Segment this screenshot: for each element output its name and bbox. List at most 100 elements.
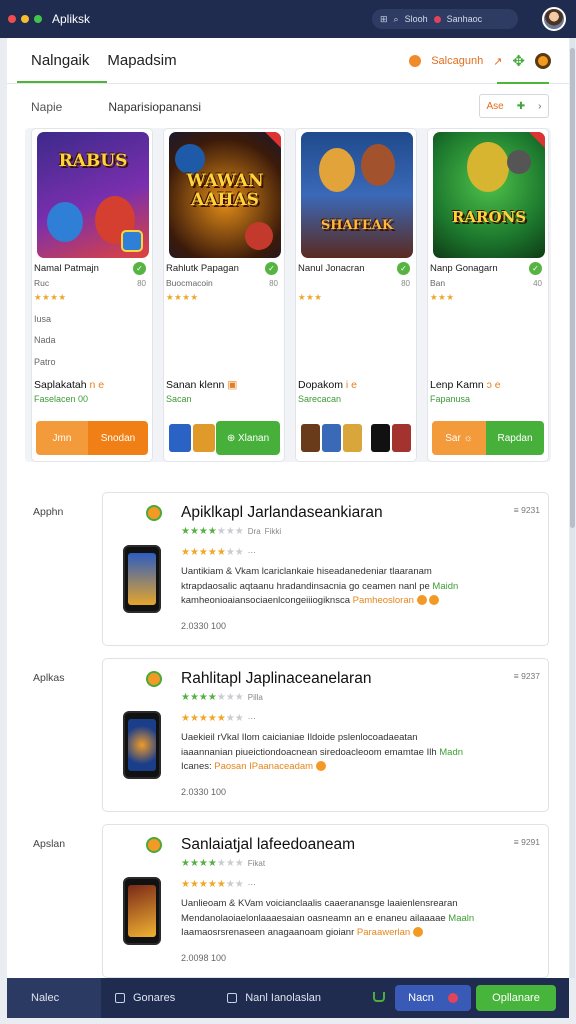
badge-icon[interactable] xyxy=(535,53,551,69)
bottom-bar: Nalec Gonares Nanl Ianolaslan Nacn Oplla… xyxy=(7,978,569,1018)
list-item-title[interactable]: Apiklkapl Jarlandaseankiaran xyxy=(181,504,383,522)
tab-bar: Nalngaik Mapadsim Salcagunh ↗ ✥ xyxy=(7,38,569,84)
card-primary-button[interactable]: Rapdan xyxy=(486,421,544,455)
search-text: Slooh xyxy=(404,14,428,24)
scrollbar-thumb[interactable] xyxy=(570,48,575,528)
list-item[interactable]: Apiklkapl Jarlandaseankiaran ≡ 9231 ★★★★… xyxy=(102,492,549,646)
filter-title: Naparisiopanansi xyxy=(108,100,202,114)
artwork-title: RABUS xyxy=(58,151,128,171)
record-icon xyxy=(433,15,441,23)
list-item-date: 2.0330 100 xyxy=(181,787,227,797)
row-label: Aplkas xyxy=(33,672,65,684)
phone-icon xyxy=(123,545,161,613)
card-actions: Sar ☼ Rapdan xyxy=(432,421,544,455)
user-avatar[interactable] xyxy=(542,7,566,31)
tab-first[interactable]: Nalngaik xyxy=(16,39,108,83)
card-developer: Buocmacoin xyxy=(166,278,213,288)
scrollbar[interactable] xyxy=(570,38,575,978)
list-item-date: 2.0098 100 xyxy=(181,953,227,963)
card-subtitle: Sacan xyxy=(166,394,192,404)
verified-icon: ✓ xyxy=(133,262,146,275)
featured-card[interactable]: RABUS Namal Patmajn ✓ Ruc 80 ★★★★ Iusa N… xyxy=(31,128,153,462)
list-item-meta: ≡ 9291 xyxy=(513,837,540,847)
verified-icon: ✓ xyxy=(397,262,410,275)
record-text: Sanhaoc xyxy=(446,14,483,24)
card-actions: ⊕ Xlanan xyxy=(168,421,280,455)
list-item[interactable]: Sanlaiatjal lafeedoaneam ≡ 9291 ★★★★★★★ F… xyxy=(102,824,549,978)
filter-left-label: Napie xyxy=(31,100,63,114)
filter-bar: Napie Naparisiopanansi Ase ✚ › xyxy=(7,84,569,130)
chevron-down-icon: › xyxy=(538,100,542,112)
record-icon xyxy=(447,993,458,1003)
row-label: Apslan xyxy=(33,838,66,850)
card-stars: ★★★★ xyxy=(34,292,67,302)
card-primary-button[interactable]: ⊕ Xlanan xyxy=(216,421,280,455)
card-title: Lenp Kamn ɔ e xyxy=(430,379,501,391)
featured-card[interactable]: WAWAN AAHAS Rahlutk Papagan ✓ Buocmacoin… xyxy=(163,128,285,462)
recycle-icon[interactable]: ✥ xyxy=(512,52,525,70)
window-title-bar: Apliksk ⊞ ⌕ Slooh Sanhaoc xyxy=(0,0,576,38)
artwork-title: WAWAN AAHAS xyxy=(186,171,264,210)
bottom-first-item[interactable]: Nalec xyxy=(7,978,101,1018)
game-artwork[interactable]: SHAFEAK xyxy=(301,132,413,258)
verified-icon: ✓ xyxy=(529,262,542,275)
card-count: 80 xyxy=(401,279,410,288)
list-item-title[interactable]: Sanlaiatjal lafeedoaneam xyxy=(181,836,355,854)
featured-grid: RABUS Namal Patmajn ✓ Ruc 80 ★★★★ Iusa N… xyxy=(25,128,551,462)
verified-icon: ✓ xyxy=(265,262,278,275)
game-artwork[interactable]: RABUS xyxy=(37,132,149,258)
card-actions: Jmn Snodan xyxy=(36,421,148,455)
card-name: Rahlutk Papagan xyxy=(166,263,239,274)
rating-green: ★★★★★★★ Pilla xyxy=(181,692,263,703)
card-stars: ★★★★ xyxy=(166,292,199,302)
bottom-item-2[interactable]: Nanl Ianolaslan xyxy=(213,978,335,1018)
card-meta-line: Patro xyxy=(34,357,56,367)
list-item-meta: ≡ 9237 xyxy=(513,671,540,681)
maximize-button[interactable] xyxy=(34,15,42,23)
card-primary-button[interactable]: Snodan xyxy=(88,421,148,455)
tab-action-label[interactable]: Salcagunh xyxy=(431,55,483,67)
bottom-blue-button[interactable]: Nacn xyxy=(395,985,471,1011)
search-pill[interactable]: ⊞ ⌕ Slooh Sanhaoc xyxy=(372,9,518,29)
row-label: Apphn xyxy=(33,506,64,518)
list-item-date: 2.0330 100 xyxy=(181,621,227,631)
card-subtitle: Fapanusa xyxy=(430,394,471,404)
window-controls xyxy=(8,15,42,23)
card-stars: ★★★ xyxy=(430,292,455,302)
card-title: Dopakom i e xyxy=(298,379,357,391)
close-button[interactable] xyxy=(8,15,16,23)
app-badge-icon xyxy=(146,671,162,687)
game-artwork[interactable]: WAWAN AAHAS xyxy=(169,132,281,258)
app-badge-icon xyxy=(146,837,162,853)
phone-icon xyxy=(123,711,161,779)
tab-second[interactable]: Mapadsim xyxy=(107,39,176,82)
list-item-description: Uanlieoam & KVam voicianclaalis caaerana… xyxy=(181,898,475,938)
card-actions xyxy=(300,421,412,455)
card-secondary-button[interactable]: Sar ☼ xyxy=(432,421,486,455)
list-item-title[interactable]: Rahlitapl Japlinaceanelaran xyxy=(181,670,371,688)
artwork-title: RARONS xyxy=(451,208,527,226)
card-secondary-button[interactable]: Jmn xyxy=(36,421,88,455)
card-count: 80 xyxy=(269,279,278,288)
app-badge-icon xyxy=(146,505,162,521)
artwork-title: SHAFEAK xyxy=(320,218,394,233)
minimize-button[interactable] xyxy=(21,15,29,23)
card-stars: ★★★ xyxy=(298,292,323,302)
screenshot-thumbs[interactable] xyxy=(300,421,412,455)
featured-card[interactable]: SHAFEAK Nanul Jonacran ✓ 80 ★★★ Dopakom … xyxy=(295,128,417,462)
card-meta-line: Nada xyxy=(34,335,56,345)
bottom-item-2-label: Nanl Ianolaslan xyxy=(245,992,322,1004)
list-item[interactable]: Rahlitapl Japlinaceanelaran ≡ 9237 ★★★★★… xyxy=(102,658,549,812)
screenshot-thumbs[interactable] xyxy=(168,421,216,455)
card-name: Nanp Gonagarn xyxy=(430,263,498,274)
card-name: Namal Patmajn xyxy=(34,263,99,274)
cart-icon[interactable] xyxy=(373,992,385,1002)
bottom-item-1[interactable]: Gonares xyxy=(101,978,189,1018)
card-name: Nanul Jonacran xyxy=(298,263,365,274)
game-artwork[interactable]: RARONS xyxy=(433,132,545,258)
filter-button[interactable]: Ase ✚ › xyxy=(479,94,549,118)
bottom-green-button[interactable]: Opllanare xyxy=(476,985,556,1011)
grid-icon: ⊞ xyxy=(380,13,388,24)
card-developer: Ruc xyxy=(34,278,50,288)
featured-card[interactable]: RARONS Nanp Gonagarn ✓ Ban 40 ★★★ Lenp K… xyxy=(427,128,549,462)
